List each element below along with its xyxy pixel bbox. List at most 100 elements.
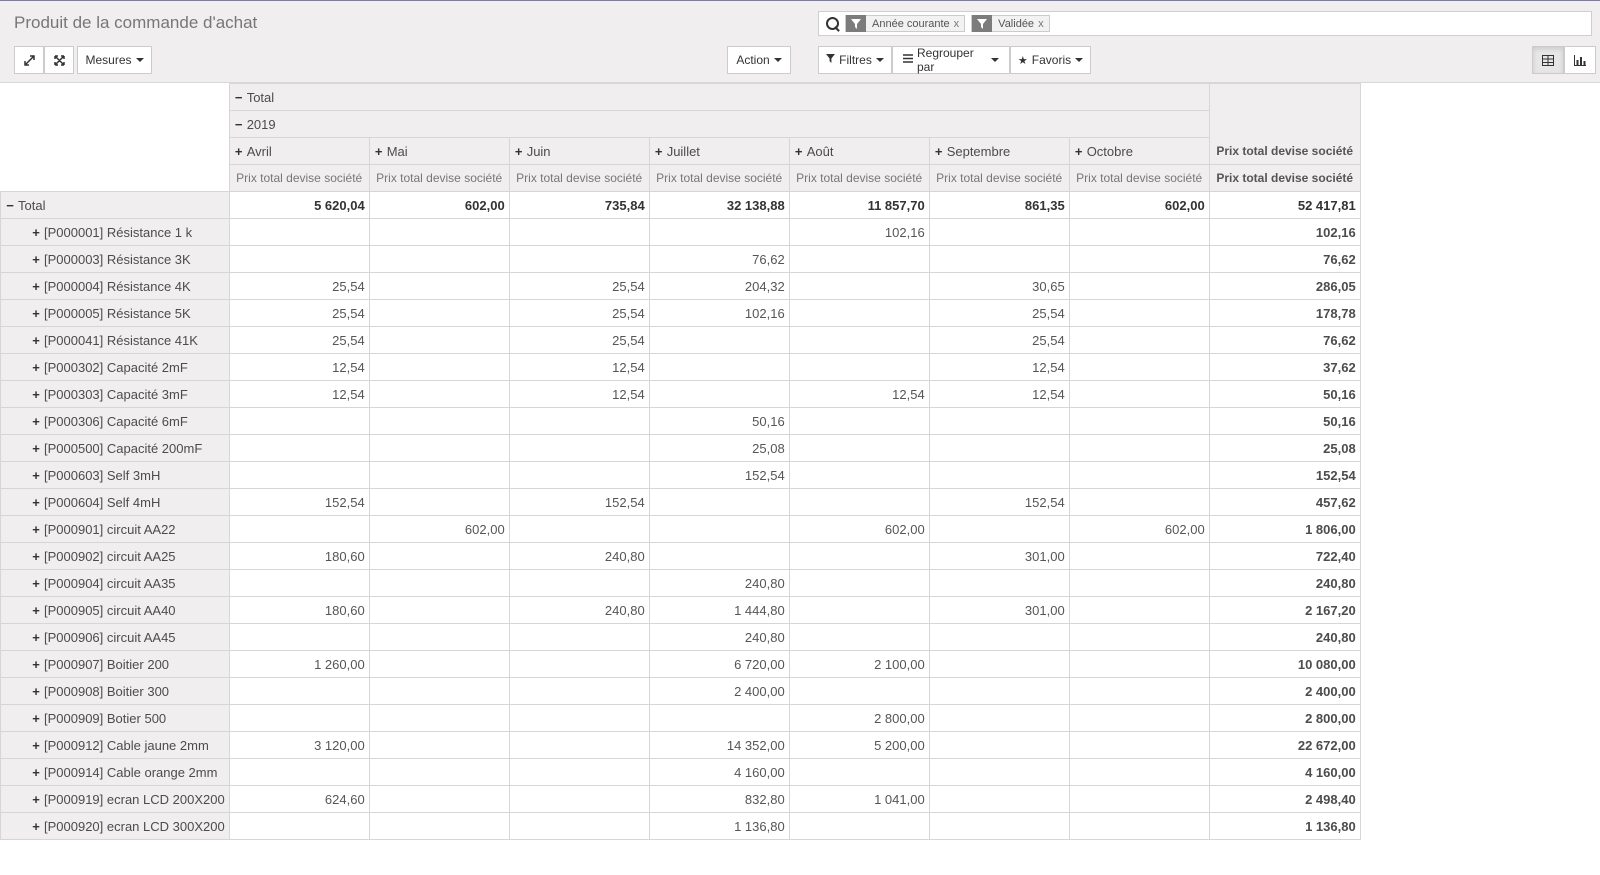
table-cell[interactable]: 2 800,00: [1208, 704, 1361, 732]
measure-header[interactable]: Prix total devise société: [788, 164, 930, 192]
table-cell[interactable]: [788, 434, 930, 462]
table-cell[interactable]: 12,54: [928, 380, 1070, 408]
pivot-view-button[interactable]: [1532, 46, 1564, 74]
table-cell[interactable]: [508, 245, 650, 273]
table-cell[interactable]: 861,35: [928, 191, 1070, 219]
table-cell[interactable]: 1 806,00: [1208, 515, 1361, 543]
table-cell[interactable]: [788, 326, 930, 354]
row-header-product[interactable]: + [P000302] Capacité 2mF: [0, 353, 230, 381]
table-cell[interactable]: [508, 218, 650, 246]
total-column-header[interactable]: Prix total devise société: [1208, 83, 1361, 165]
expand-all-button[interactable]: [14, 46, 44, 74]
row-header-product[interactable]: + [P000912] Cable jaune 2mm: [0, 731, 230, 759]
table-cell[interactable]: [508, 650, 650, 678]
measure-header[interactable]: Prix total devise société: [228, 164, 370, 192]
table-cell[interactable]: 25,54: [928, 326, 1070, 354]
table-cell[interactable]: [508, 407, 650, 435]
table-cell[interactable]: 178,78: [1208, 299, 1361, 327]
measure-header[interactable]: Prix total devise société: [368, 164, 510, 192]
table-cell[interactable]: 3 120,00: [228, 731, 370, 759]
table-cell[interactable]: 722,40: [1208, 542, 1361, 570]
table-cell[interactable]: [648, 326, 790, 354]
table-cell[interactable]: 10 080,00: [1208, 650, 1361, 678]
table-cell[interactable]: [1068, 650, 1210, 678]
row-header-product[interactable]: + [P000906] circuit AA45: [0, 623, 230, 651]
table-cell[interactable]: [368, 542, 510, 570]
table-cell[interactable]: 457,62: [1208, 488, 1361, 516]
table-cell[interactable]: 1 136,80: [1208, 812, 1361, 840]
table-cell[interactable]: [788, 299, 930, 327]
table-cell[interactable]: 624,60: [228, 785, 370, 813]
table-cell[interactable]: [1068, 380, 1210, 408]
table-cell[interactable]: [928, 650, 1070, 678]
table-cell[interactable]: [508, 515, 650, 543]
row-header-product[interactable]: + [P000005] Résistance 5K: [0, 299, 230, 327]
table-cell[interactable]: 2 400,00: [648, 677, 790, 705]
table-cell[interactable]: [788, 407, 930, 435]
table-cell[interactable]: [928, 731, 1070, 759]
table-cell[interactable]: [508, 785, 650, 813]
search-bar[interactable]: Année courante x Validée x: [818, 11, 1592, 36]
table-cell[interactable]: [508, 461, 650, 489]
table-cell[interactable]: [928, 677, 1070, 705]
table-cell[interactable]: [1068, 542, 1210, 570]
table-cell[interactable]: [368, 434, 510, 462]
table-cell[interactable]: 25,54: [228, 299, 370, 327]
row-header-product[interactable]: + [P000902] circuit AA25: [0, 542, 230, 570]
table-cell[interactable]: [1068, 353, 1210, 381]
table-cell[interactable]: [368, 731, 510, 759]
table-cell[interactable]: 1 041,00: [788, 785, 930, 813]
table-cell[interactable]: 25,54: [508, 299, 650, 327]
measure-header[interactable]: Prix total devise société: [508, 164, 650, 192]
table-cell[interactable]: [228, 218, 370, 246]
col-header-month[interactable]: + Octobre: [1068, 137, 1210, 165]
table-cell[interactable]: 102,16: [1208, 218, 1361, 246]
table-cell[interactable]: [228, 758, 370, 786]
table-cell[interactable]: 152,54: [928, 488, 1070, 516]
filters-dropdown[interactable]: Filtres: [818, 46, 892, 74]
table-cell[interactable]: 50,16: [648, 407, 790, 435]
col-header-month[interactable]: + Mai: [368, 137, 510, 165]
table-cell[interactable]: 14 352,00: [648, 731, 790, 759]
measure-header[interactable]: Prix total devise société: [1068, 164, 1210, 192]
table-cell[interactable]: [648, 218, 790, 246]
table-cell[interactable]: [1068, 731, 1210, 759]
table-cell[interactable]: 240,80: [1208, 569, 1361, 597]
col-header-month[interactable]: + Août: [788, 137, 930, 165]
table-cell[interactable]: 2 100,00: [788, 650, 930, 678]
table-cell[interactable]: [1068, 704, 1210, 732]
table-cell[interactable]: 152,54: [1208, 461, 1361, 489]
table-cell[interactable]: 180,60: [228, 542, 370, 570]
row-header-product[interactable]: + [P000604] Self 4mH: [0, 488, 230, 516]
table-cell[interactable]: 301,00: [928, 596, 1070, 624]
table-cell[interactable]: [1068, 272, 1210, 300]
col-header-month[interactable]: + Juin: [508, 137, 650, 165]
col-header-year[interactable]: −2019: [228, 110, 1210, 138]
table-cell[interactable]: 2 800,00: [788, 704, 930, 732]
row-header-product[interactable]: + [P000003] Résistance 3K: [0, 245, 230, 273]
table-cell[interactable]: 76,62: [1208, 245, 1361, 273]
table-cell[interactable]: 25,54: [508, 326, 650, 354]
table-cell[interactable]: [228, 407, 370, 435]
table-cell[interactable]: 1 260,00: [228, 650, 370, 678]
row-header-product[interactable]: + [P000920] ecran LCD 300X200: [0, 812, 230, 840]
table-cell[interactable]: 301,00: [928, 542, 1070, 570]
table-cell[interactable]: [368, 380, 510, 408]
table-cell[interactable]: [788, 353, 930, 381]
table-cell[interactable]: 2 400,00: [1208, 677, 1361, 705]
row-header-product[interactable]: + [P000001] Résistance 1 k: [0, 218, 230, 246]
table-cell[interactable]: [648, 542, 790, 570]
table-cell[interactable]: [1068, 596, 1210, 624]
table-cell[interactable]: [508, 569, 650, 597]
table-cell[interactable]: [508, 731, 650, 759]
table-cell[interactable]: 12,54: [228, 353, 370, 381]
table-cell[interactable]: [368, 650, 510, 678]
table-cell[interactable]: 735,84: [508, 191, 650, 219]
table-cell[interactable]: [648, 380, 790, 408]
table-cell[interactable]: 76,62: [648, 245, 790, 273]
table-cell[interactable]: [228, 704, 370, 732]
table-cell[interactable]: 25,08: [648, 434, 790, 462]
table-cell[interactable]: [368, 218, 510, 246]
table-cell[interactable]: [1068, 326, 1210, 354]
table-cell[interactable]: [788, 758, 930, 786]
